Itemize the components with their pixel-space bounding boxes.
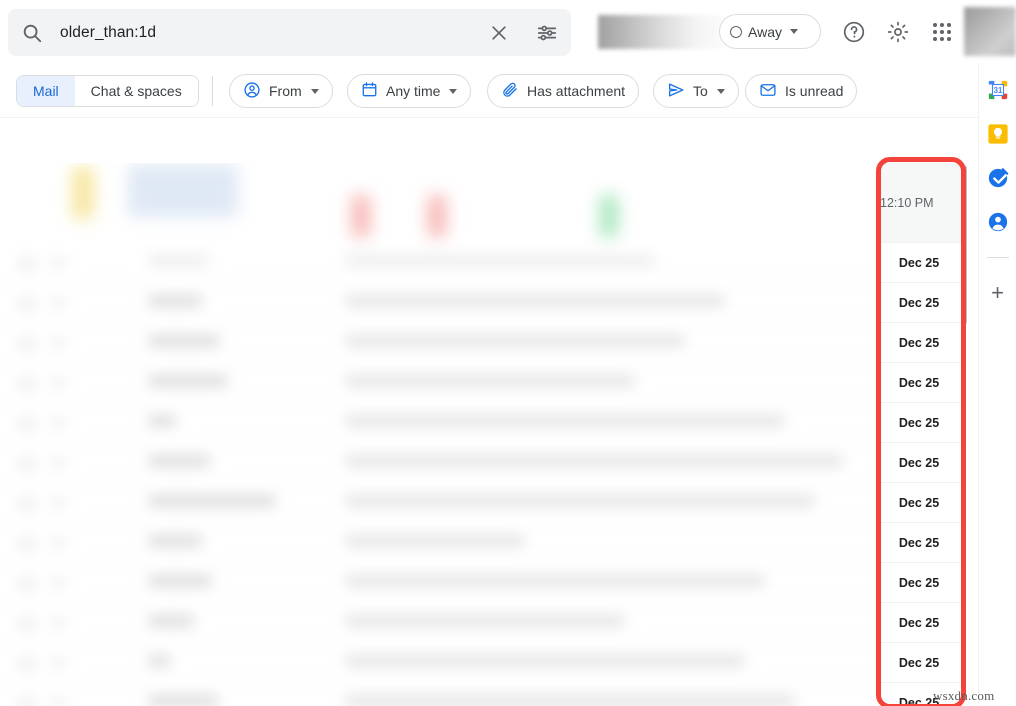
- message-list-scrollbar[interactable]: [961, 165, 967, 325]
- message-list[interactable]: [0, 163, 962, 706]
- filter-chip-any-time-label: Any time: [386, 83, 441, 99]
- filter-chip-from-label: From: [269, 83, 302, 99]
- message-date[interactable]: Dec 25: [876, 563, 962, 603]
- add-side-panel-app-button[interactable]: +: [987, 282, 1009, 304]
- message-date[interactable]: 12:10 PM: [876, 163, 962, 243]
- svg-text:31: 31: [993, 86, 1002, 95]
- message-date-column: 12:10 PM Dec 25 Dec 25 Dec 25 Dec 25 Dec…: [876, 163, 962, 706]
- search-options-icon[interactable]: [523, 9, 571, 56]
- chevron-down-icon: [716, 88, 725, 94]
- filter-chip-to-label: To: [693, 83, 708, 99]
- calendar-icon[interactable]: 31: [987, 79, 1009, 101]
- mail-chat-segmented-control: Mail Chat & spaces: [16, 75, 199, 107]
- envelope-icon: [759, 81, 777, 102]
- watermark: wsxdn.com: [933, 688, 995, 703]
- filter-chip-any-time[interactable]: Any time: [347, 74, 472, 108]
- gmail-window: Away Mail Chat & spaces: [0, 0, 1016, 706]
- chevron-down-icon: [310, 88, 319, 94]
- status-badge[interactable]: Away: [719, 14, 821, 49]
- close-icon[interactable]: [475, 9, 523, 56]
- send-icon: [667, 81, 685, 102]
- search-box[interactable]: [8, 9, 571, 56]
- tasks-icon[interactable]: [987, 167, 1009, 189]
- message-date[interactable]: Dec 25: [876, 363, 962, 403]
- divider: [212, 76, 213, 106]
- blurred-message-content: [0, 163, 962, 706]
- tab-mail[interactable]: Mail: [17, 76, 75, 106]
- filter-chip-from[interactable]: From: [229, 74, 333, 108]
- tab-chat-and-spaces[interactable]: Chat & spaces: [74, 76, 198, 106]
- calendar-icon: [361, 81, 378, 101]
- avatar[interactable]: [964, 7, 1016, 56]
- filter-chip-to[interactable]: To: [653, 74, 739, 108]
- filter-chip-is-unread[interactable]: Is unread: [745, 74, 858, 108]
- top-search-bar: Away: [0, 0, 1016, 63]
- message-date[interactable]: Dec 25: [876, 403, 962, 443]
- blurred-account-name: [598, 15, 722, 49]
- paperclip-icon: [501, 81, 519, 102]
- message-date[interactable]: Dec 25: [876, 483, 962, 523]
- filter-chip-has-attachment[interactable]: Has attachment: [487, 74, 640, 108]
- message-date[interactable]: Dec 25: [876, 603, 962, 643]
- message-date[interactable]: Dec 25: [876, 283, 962, 323]
- filter-chip-has-attachment-label: Has attachment: [527, 83, 626, 99]
- status-label: Away: [748, 23, 782, 40]
- side-panel-rail: 31 +: [978, 63, 1016, 706]
- message-date[interactable]: Dec 25: [876, 243, 962, 283]
- list-toolbar: 1–50 of many: [0, 118, 1016, 267]
- search-input[interactable]: [56, 23, 475, 42]
- chevron-down-icon: [789, 29, 798, 34]
- contacts-icon[interactable]: [987, 211, 1009, 233]
- apps-grid-icon[interactable]: [927, 17, 957, 47]
- divider: [986, 257, 1009, 258]
- message-date[interactable]: Dec 25: [876, 443, 962, 483]
- message-date[interactable]: Dec 25: [876, 323, 962, 363]
- message-date[interactable]: Dec 25: [876, 643, 962, 683]
- keep-icon[interactable]: [987, 123, 1009, 145]
- chevron-down-icon: [449, 88, 458, 94]
- help-icon[interactable]: [839, 17, 869, 47]
- filter-chips-row: Mail Chat & spaces From Any time Has att…: [0, 63, 1016, 118]
- message-date[interactable]: Dec 25: [876, 523, 962, 563]
- gear-icon[interactable]: [883, 17, 913, 47]
- person-circle-icon: [243, 81, 261, 102]
- filter-chip-is-unread-label: Is unread: [785, 83, 844, 99]
- status-circle-icon: [730, 25, 742, 38]
- search-icon[interactable]: [8, 9, 56, 56]
